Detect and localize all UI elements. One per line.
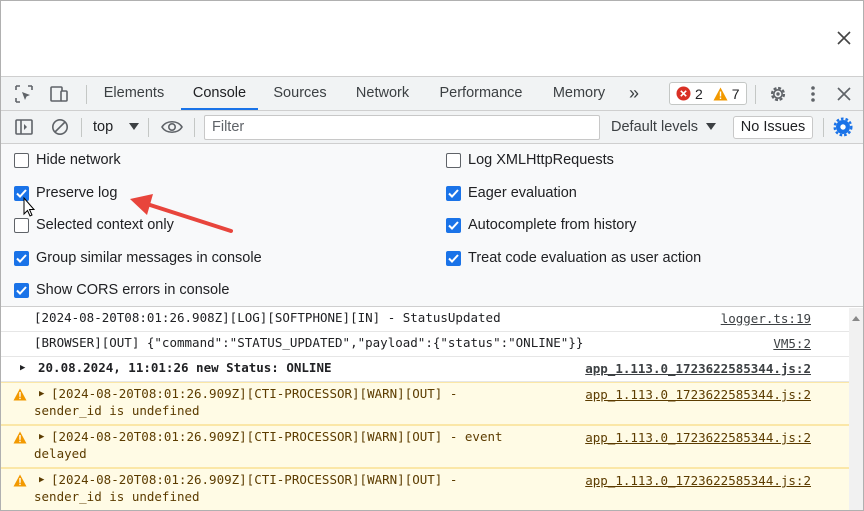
group-title: 20.08.2024, 11:01:26 new Status: ONLINE	[38, 360, 332, 375]
selected-context-only-checkbox[interactable]	[14, 217, 29, 233]
eager-evaluation-label: Eager evaluation	[468, 185, 577, 201]
message-text: [2024-08-20T08:01:26.909Z][CTI-PROCESSOR…	[51, 429, 503, 444]
autocomplete-history-checkbox[interactable]	[446, 217, 461, 233]
device-toolbar-icon[interactable]	[49, 84, 69, 104]
message-source-link[interactable]: logger.ts:19	[721, 311, 811, 326]
message-source-link[interactable]: app_1.113.0_1723622585344.js:2	[585, 387, 811, 402]
console-settings-gear-icon[interactable]	[833, 117, 853, 137]
close-devtools-icon[interactable]	[834, 84, 854, 104]
page-area	[1, 1, 863, 76]
treat-as-user-action-label: Treat code evaluation as user action	[468, 250, 702, 266]
console-scrollbar[interactable]	[849, 308, 863, 510]
gear-icon[interactable]	[768, 84, 788, 104]
message-text: [BROWSER][OUT] {"command":"STATUS_UPDATE…	[34, 335, 584, 350]
preserve-log-option[interactable]: Preserve log	[14, 183, 117, 203]
group-similar-option[interactable]: Group similar messages in console	[14, 248, 262, 268]
inspect-element-icon[interactable]	[14, 84, 34, 104]
eager-evaluation-option[interactable]: Eager evaluation	[446, 183, 577, 203]
more-options-icon[interactable]	[803, 84, 823, 104]
context-selector[interactable]: top	[93, 111, 140, 144]
group-similar-checkbox[interactable]	[14, 250, 29, 266]
message-text-continued: sender_id is undefined	[34, 403, 200, 418]
context-value: top	[93, 119, 114, 135]
tab-network[interactable]: Network	[346, 77, 419, 110]
preserve-log-checkbox[interactable]	[14, 185, 29, 201]
warning-count: 7	[731, 85, 740, 102]
message-text-continued: sender_id is undefined	[34, 489, 200, 504]
console-warning: ▶ [2024-08-20T08:01:26.909Z][CTI-PROCESS…	[1, 468, 849, 510]
treat-as-user-action-checkbox[interactable]	[446, 250, 461, 266]
devtools-window: Elements Console Sources Network Perform…	[0, 0, 864, 511]
hide-network-checkbox[interactable]	[14, 152, 29, 168]
console-warning: ▶ [2024-08-20T08:01:26.909Z][CTI-PROCESS…	[1, 425, 849, 468]
tab-console[interactable]: Console	[181, 77, 258, 110]
console-message: [2024-08-20T08:01:26.908Z][LOG][SOFTPHON…	[1, 308, 849, 332]
warning-icon	[13, 388, 27, 401]
tab-elements[interactable]: Elements	[97, 77, 171, 110]
filter-input[interactable]: Filter	[204, 115, 600, 140]
error-icon	[676, 86, 691, 101]
expand-triangle-icon[interactable]: ▶	[39, 475, 44, 485]
log-levels-dropdown[interactable]: Default levels	[611, 111, 717, 144]
hide-network-option[interactable]: Hide network	[14, 150, 121, 170]
log-xhr-checkbox[interactable]	[446, 152, 461, 168]
message-text: [2024-08-20T08:01:26.908Z][LOG][SOFTPHON…	[34, 310, 501, 325]
selected-context-only-option[interactable]: Selected context only	[14, 215, 174, 235]
message-source-link[interactable]: app_1.113.0_1723622585344.js:2	[585, 430, 811, 445]
message-text: [2024-08-20T08:01:26.909Z][CTI-PROCESSOR…	[51, 386, 458, 401]
warning-icon	[13, 431, 27, 444]
clear-console-icon[interactable]	[50, 117, 70, 137]
eager-evaluation-checkbox[interactable]	[446, 185, 461, 201]
live-expression-eye-icon[interactable]	[161, 117, 183, 137]
more-tabs-icon[interactable]: »	[621, 77, 647, 110]
console-toolbar: top Filter Default levels No Issues	[1, 111, 863, 144]
devtools-tab-strip: Elements Console Sources Network Perform…	[1, 76, 863, 111]
show-cors-errors-label: Show CORS errors in console	[36, 282, 230, 298]
log-xhr-label: Log XMLHttpRequests	[468, 152, 614, 168]
message-source-link[interactable]: app_1.113.0_1723622585344.js:2	[585, 473, 811, 488]
group-similar-label: Group similar messages in console	[36, 250, 262, 266]
preserve-log-label: Preserve log	[36, 185, 118, 201]
message-text: [2024-08-20T08:01:26.909Z][CTI-PROCESSOR…	[51, 472, 458, 487]
show-cors-errors-checkbox[interactable]	[14, 282, 29, 298]
chevron-down-icon	[129, 123, 140, 130]
chevron-down-icon	[706, 123, 717, 130]
hide-network-label: Hide network	[36, 152, 121, 168]
message-source-link[interactable]: VM5:2	[773, 336, 811, 351]
log-levels-label: Default levels	[611, 119, 699, 135]
message-text-continued: delayed	[34, 446, 87, 461]
issues-counter[interactable]: 2 7	[669, 82, 747, 105]
tab-memory[interactable]: Memory	[544, 77, 614, 110]
warning-icon	[713, 87, 728, 100]
selected-context-only-label: Selected context only	[36, 217, 174, 233]
error-count: 2	[695, 85, 703, 102]
autocomplete-history-option[interactable]: Autocomplete from history	[446, 215, 636, 235]
expand-triangle-icon[interactable]: ▶	[20, 363, 25, 373]
console-group[interactable]: ▶ 20.08.2024, 11:01:26 new Status: ONLIN…	[1, 357, 849, 382]
console-message: [BROWSER][OUT] {"command":"STATUS_UPDATE…	[1, 332, 849, 357]
expand-triangle-icon[interactable]: ▶	[39, 389, 44, 399]
tab-performance[interactable]: Performance	[431, 77, 531, 110]
warning-icon	[13, 474, 27, 487]
no-issues-button[interactable]: No Issues	[733, 116, 813, 139]
expand-triangle-icon[interactable]: ▶	[39, 432, 44, 442]
console-warning: ▶ [2024-08-20T08:01:26.909Z][CTI-PROCESS…	[1, 382, 849, 425]
close-icon[interactable]	[835, 29, 853, 47]
log-xhr-option[interactable]: Log XMLHttpRequests	[446, 150, 614, 170]
treat-as-user-action-option[interactable]: Treat code evaluation as user action	[446, 248, 701, 268]
console-settings-pane: Hide network Preserve log Selected conte…	[1, 144, 863, 307]
show-cors-errors-option[interactable]: Show CORS errors in console	[14, 280, 229, 300]
autocomplete-history-label: Autocomplete from history	[468, 217, 637, 233]
sidebar-toggle-icon[interactable]	[14, 117, 34, 137]
console-messages: [2024-08-20T08:01:26.908Z][LOG][SOFTPHON…	[1, 308, 849, 510]
tab-sources[interactable]: Sources	[266, 77, 334, 110]
message-source-link[interactable]: app_1.113.0_1723622585344.js:2	[585, 361, 811, 376]
scroll-up-arrow-icon[interactable]	[852, 316, 860, 321]
